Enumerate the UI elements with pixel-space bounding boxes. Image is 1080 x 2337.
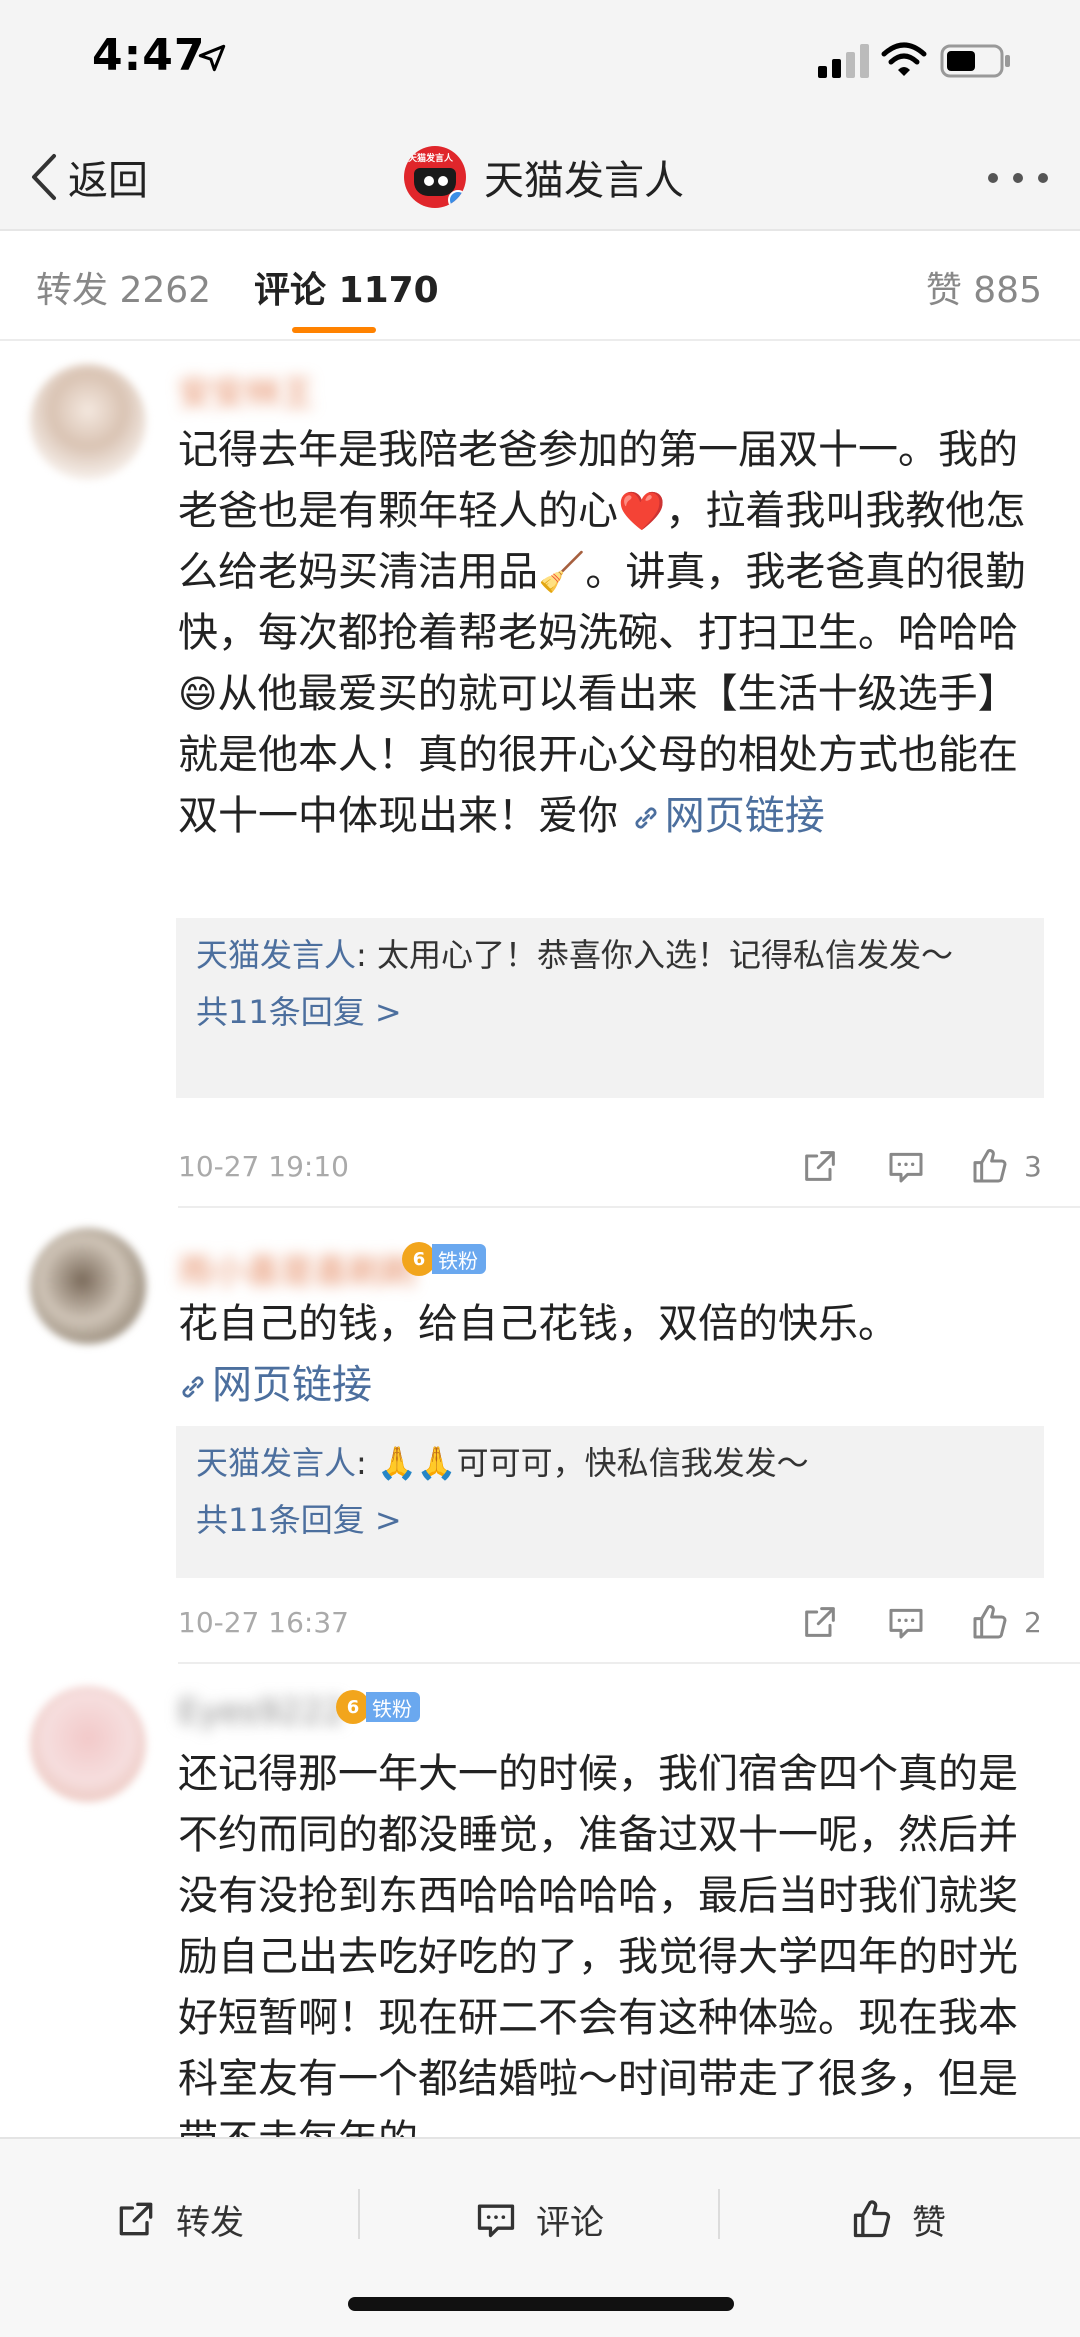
reply-line: 天猫发言人: 🙏🙏可可可，快私信我发发～ xyxy=(196,1444,809,1482)
like-button[interactable]: 赞 xyxy=(850,2189,946,2249)
divider xyxy=(178,1662,1080,1664)
link-icon xyxy=(635,807,657,829)
pray-emoji: 🙏🙏 xyxy=(376,1444,457,1482)
comment-button[interactable]: 评论 xyxy=(474,2189,604,2249)
like-action[interactable]: 2 xyxy=(970,1600,1042,1644)
reply-line: 天猫发言人: 太用心了！恭喜你入选！记得私信发发～ xyxy=(196,936,953,974)
forward-button[interactable]: 转发 xyxy=(114,2189,244,2249)
web-link[interactable]: 网页链接 xyxy=(178,1362,372,1408)
tmall-avatar: 天猫发言人 xyxy=(404,146,466,208)
tab-comment[interactable]: 评论 1170 xyxy=(254,261,439,313)
comment-username[interactable]: Eyes9222 xyxy=(178,1692,345,1732)
status-bar: 4:47 xyxy=(0,0,1080,125)
broom-emoji: 🧹 xyxy=(538,550,586,594)
comment-text: 记得去年是我陪老爸参加的第一届双十一。我的老爸也是有颗年轻人的心❤️，拉着我叫我… xyxy=(178,427,1026,839)
comment-time: 10-27 19:10 xyxy=(178,1150,349,1183)
back-button[interactable]: 返回 xyxy=(28,147,148,207)
comment-label: 评论 xyxy=(536,2202,604,2243)
share-icon xyxy=(805,1607,835,1637)
reply-box[interactable]: 天猫发言人: 🙏🙏可可可，快私信我发发～ 共11条回复 > xyxy=(176,1426,1044,1578)
comment-username[interactable]: 安安林王 xyxy=(178,366,314,415)
signal-icon xyxy=(818,44,869,78)
like-count: 3 xyxy=(1024,1149,1042,1183)
tab-like[interactable]: 赞 885 xyxy=(926,261,1042,313)
comment-time: 10-27 16:37 xyxy=(178,1606,349,1639)
grin-emoji: 😄 xyxy=(178,672,218,716)
fan-badge: 6 铁粉 xyxy=(402,1242,486,1276)
fan-label: 铁粉 xyxy=(432,1244,486,1274)
chevron-left-icon xyxy=(32,154,56,200)
avatar[interactable] xyxy=(30,364,146,480)
repost-action[interactable] xyxy=(800,1144,840,1188)
cat-face-icon xyxy=(414,168,456,196)
crown-icon: 6 xyxy=(336,1690,370,1724)
comment-icon xyxy=(477,2204,515,2238)
web-link[interactable]: 网页链接 xyxy=(631,793,825,839)
separator xyxy=(718,2189,720,2239)
forward-label: 转发 xyxy=(176,2202,244,2243)
comment-text: 花自己的钱，给自己花钱，双倍的快乐。 网页链接 xyxy=(178,1301,898,1408)
comment-text: 还记得那一年大一的时候，我们宿舍四个真的是不约而同的都没睡觉，准备过双十一呢，然… xyxy=(178,1751,1018,2137)
comment-icon xyxy=(889,1608,923,1639)
thumbs-up-icon xyxy=(853,2200,891,2238)
reply-action[interactable] xyxy=(886,1600,926,1644)
active-tab-indicator xyxy=(292,327,376,333)
comment-item: Eyes9222 6 铁粉 还记得那一年大一的时候，我们宿舍四个真的是不约而同的… xyxy=(0,1666,1080,2137)
share-icon xyxy=(805,1151,835,1181)
reply-author[interactable]: 天猫发言人 xyxy=(196,1444,356,1482)
more-replies-link[interactable]: 共11条回复 > xyxy=(196,1496,1024,1544)
repost-action[interactable] xyxy=(800,1600,840,1644)
link-icon xyxy=(182,1376,204,1398)
back-label: 返回 xyxy=(68,158,148,204)
comment-icon xyxy=(889,1152,923,1183)
comment-username[interactable]: 雨小喜是喜刷刷 xyxy=(178,1244,416,1293)
heart-emoji: ❤️ xyxy=(618,489,666,533)
page-title: 天猫发言人 xyxy=(484,158,684,204)
like-action[interactable]: 3 xyxy=(970,1144,1042,1188)
fan-badge: 6 铁粉 xyxy=(336,1690,420,1724)
location-arrow-icon xyxy=(198,44,226,72)
avatar-text: 天猫发言人 xyxy=(408,154,454,164)
crown-icon: 6 xyxy=(402,1242,436,1276)
fan-label: 铁粉 xyxy=(366,1692,420,1722)
reply-box[interactable]: 天猫发言人: 太用心了！恭喜你入选！记得私信发发～ 共11条回复 > xyxy=(176,918,1044,1098)
share-icon xyxy=(119,2202,153,2236)
like-label: 赞 xyxy=(912,2202,946,2243)
wifi-icon xyxy=(881,42,927,76)
status-time: 4:47 xyxy=(92,30,206,81)
like-count: 2 xyxy=(1024,1605,1042,1639)
thumbs-up-icon xyxy=(973,1605,1007,1639)
nav-bar: 返回 天猫发言人 天猫发言人 xyxy=(0,125,1080,231)
battery-icon xyxy=(940,44,1010,78)
home-indicator[interactable] xyxy=(348,2297,734,2311)
separator xyxy=(358,2189,360,2239)
avatar[interactable] xyxy=(30,1686,146,1802)
avatar[interactable] xyxy=(30,1228,146,1344)
verified-icon xyxy=(448,190,466,208)
tab-forward[interactable]: 转发 2262 xyxy=(36,261,211,313)
reply-author[interactable]: 天猫发言人 xyxy=(196,936,356,974)
nav-profile[interactable]: 天猫发言人 天猫发言人 xyxy=(404,142,684,212)
divider xyxy=(178,1206,1080,1208)
reply-action[interactable] xyxy=(886,1144,926,1188)
more-replies-link[interactable]: 共11条回复 > xyxy=(196,988,1024,1036)
thumbs-up-icon xyxy=(973,1149,1007,1183)
more-options-button[interactable] xyxy=(988,173,1048,185)
tab-bar: 转发 2262 评论 1170 赞 885 xyxy=(0,231,1080,341)
